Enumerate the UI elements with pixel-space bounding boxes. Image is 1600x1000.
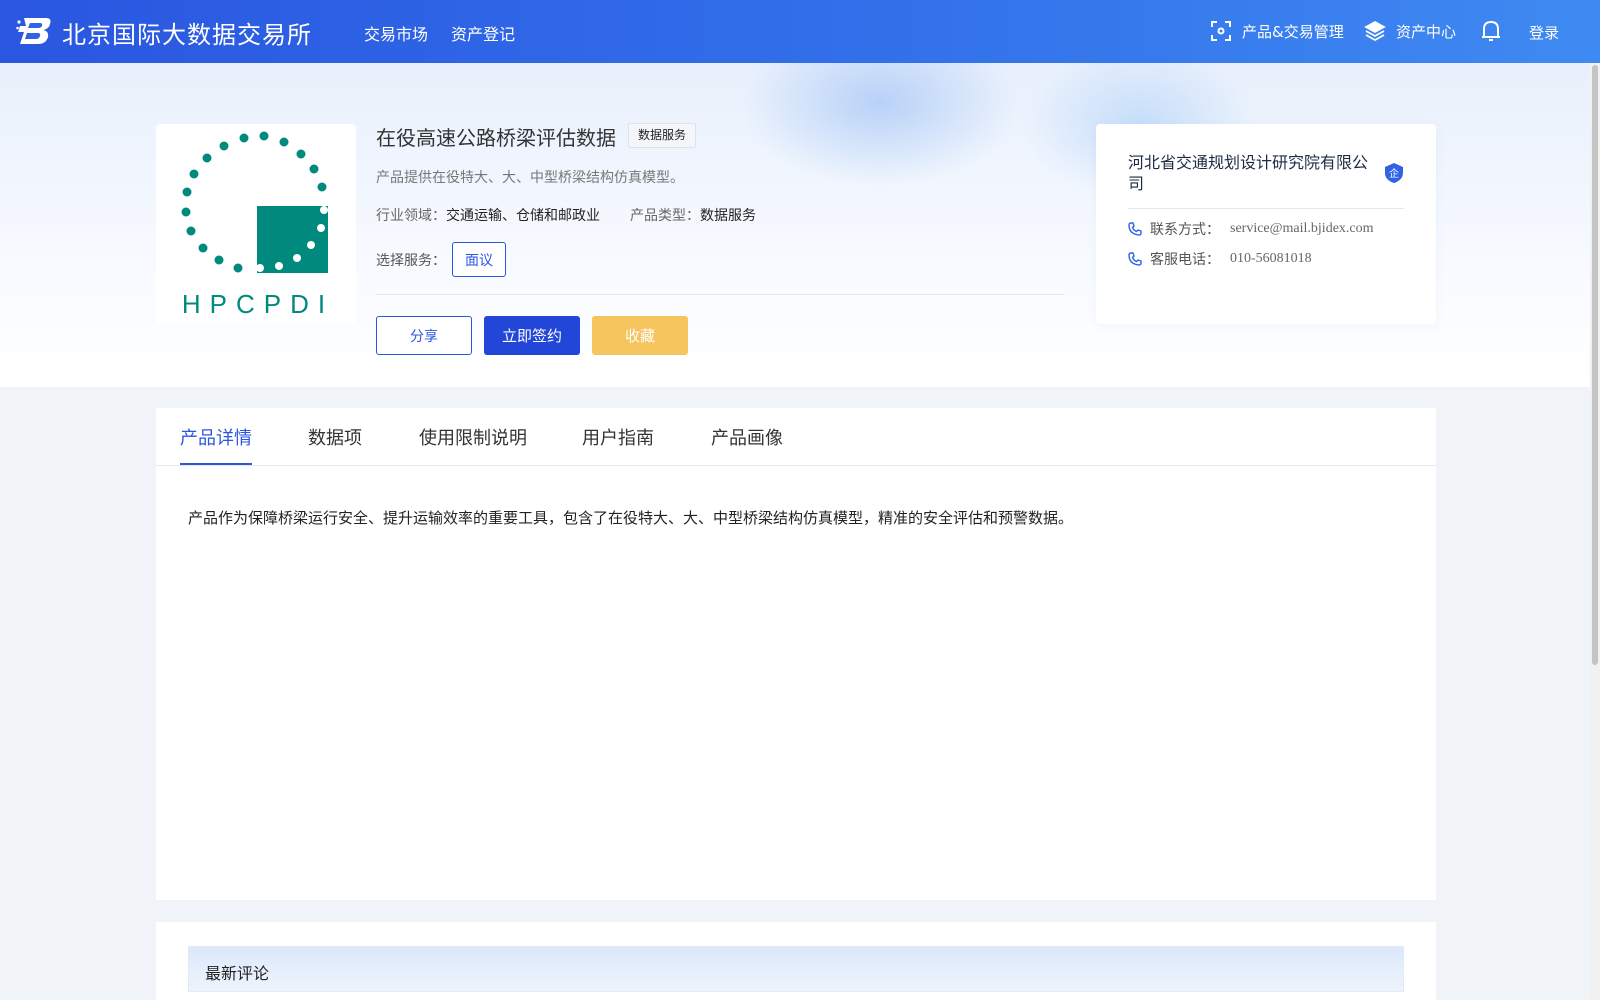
nav-product-trade-label: 产品&交易管理 xyxy=(1242,22,1344,41)
divider xyxy=(1128,208,1404,209)
tab-product-profile[interactable]: 产品画像 xyxy=(711,424,783,450)
phone-icon xyxy=(1128,222,1142,236)
layers-icon xyxy=(1364,20,1386,42)
product-type-badge: 数据服务 xyxy=(628,123,697,148)
product-meta: 行业领域：交通运输、仓储和邮政业 产品类型：数据服务 xyxy=(376,205,756,225)
scrollbar-thumb[interactable] xyxy=(1592,65,1598,665)
contact-email[interactable]: service@mail.bjidex.com xyxy=(1230,221,1374,237)
enterprise-verified-icon: 企 xyxy=(1384,162,1404,188)
provider-logo: HPCPDI xyxy=(156,124,356,324)
service-selector: 选择服务： 面议 xyxy=(376,242,506,277)
industry-label: 行业领域： xyxy=(376,208,446,224)
product-description: 产品提供在役特大、大、中型桥梁结构仿真模型。 xyxy=(376,170,684,186)
nav-asset-register[interactable]: 资产登记 xyxy=(451,21,515,45)
tab-product-detail[interactable]: 产品详情 xyxy=(180,424,252,450)
company-name[interactable]: 河北省交通规划设计研究院有限公司 xyxy=(1128,152,1376,194)
contact-row: 联系方式： service@mail.bjidex.com xyxy=(1128,219,1374,239)
site-name[interactable]: 北京国际大数据交易所 xyxy=(62,15,312,50)
product-title: 在役高速公路桥梁评估数据 xyxy=(376,126,616,150)
nav-asset-center[interactable]: 资产中心 xyxy=(1364,20,1456,42)
product-detail-text: 产品作为保障桥梁运行安全、提升运输效率的重要工具，包含了在役特大、大、中型桥梁结… xyxy=(188,509,1074,527)
sign-now-button[interactable]: 立即签约 xyxy=(484,316,580,355)
phone-row: 客服电话： 010-56081018 xyxy=(1128,249,1312,269)
service-option-negotiable[interactable]: 面议 xyxy=(452,242,506,277)
scan-focus-icon xyxy=(1211,21,1231,41)
phone-label: 客服电话： xyxy=(1150,252,1220,268)
service-label: 选择服务： xyxy=(376,252,446,269)
bell-icon[interactable] xyxy=(1480,19,1502,47)
top-header: 北京国际大数据交易所 交易市场 资产登记 产品&交易管理 资产中心 登录 xyxy=(0,0,1600,63)
product-type-label: 产品类型： xyxy=(630,208,700,224)
share-button[interactable]: 分享 xyxy=(376,316,472,355)
product-type-value: 数据服务 xyxy=(700,208,756,224)
login-link[interactable]: 登录 xyxy=(1529,22,1559,43)
detail-panel: 产品详情 数据项 使用限制说明 用户指南 产品画像 产品作为保障桥梁运行安全、提… xyxy=(156,408,1436,900)
phone-value[interactable]: 010-56081018 xyxy=(1230,251,1312,267)
comments-title: 最新评论 xyxy=(205,964,270,983)
comments-header: 最新评论 xyxy=(188,946,1404,992)
nav-asset-center-label: 资产中心 xyxy=(1396,22,1457,41)
divider xyxy=(376,294,1064,295)
tab-user-guide[interactable]: 用户指南 xyxy=(582,424,654,450)
favorite-button[interactable]: 收藏 xyxy=(592,316,688,355)
provider-card: 河北省交通规划设计研究院有限公司 企 联系方式： service@mail.bj… xyxy=(1096,124,1436,324)
tab-data-items[interactable]: 数据项 xyxy=(308,424,362,450)
nav-product-trade-management[interactable]: 产品&交易管理 xyxy=(1210,20,1344,42)
page-scrollbar[interactable] xyxy=(1590,63,1600,1000)
industry-value: 交通运输、仓储和邮政业 xyxy=(446,208,600,224)
nav-trade-market[interactable]: 交易市场 xyxy=(364,21,428,45)
svg-text:企: 企 xyxy=(1389,167,1399,180)
comments-panel: 最新评论 xyxy=(156,922,1436,1000)
active-tab-indicator xyxy=(180,463,252,465)
detail-tabs: 产品详情 数据项 使用限制说明 用户指南 产品画像 xyxy=(156,408,1436,466)
logo-text: HPCPDI xyxy=(182,289,334,319)
contact-label: 联系方式： xyxy=(1150,222,1220,238)
phone-icon xyxy=(1128,252,1142,266)
site-logo-icon[interactable] xyxy=(16,14,52,48)
tab-usage-limits[interactable]: 使用限制说明 xyxy=(419,424,527,450)
hpcpdi-logo-icon: HPCPDI xyxy=(181,131,334,319)
